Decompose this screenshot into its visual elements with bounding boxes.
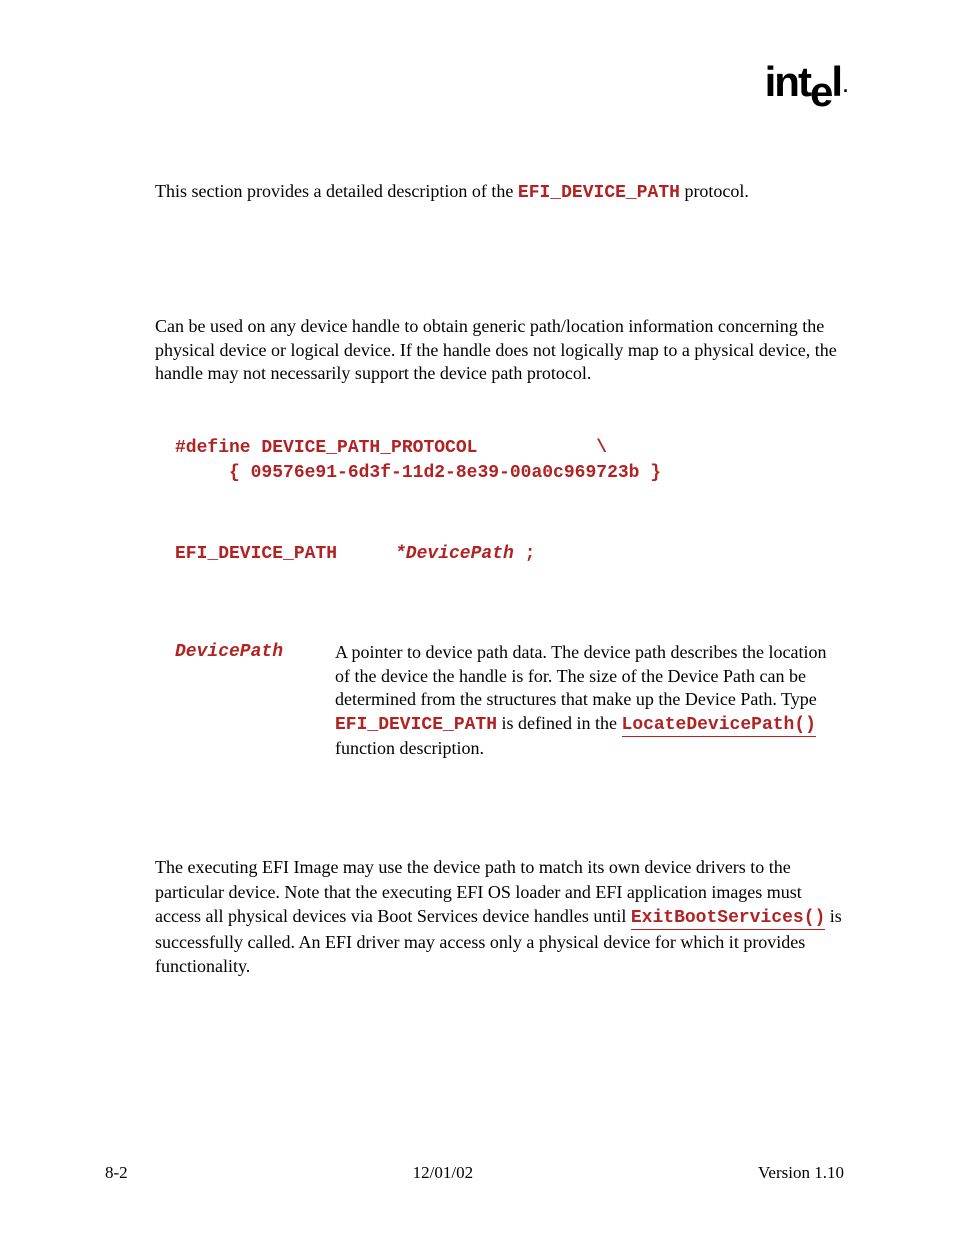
footer-date: 12/01/02 xyxy=(413,1163,473,1183)
link-locatedevicepath[interactable]: LocateDevicePath() xyxy=(622,715,816,737)
summary-paragraph: Can be used on any device handle to obta… xyxy=(155,315,844,385)
link-exitbootservices[interactable]: ExitBootServices() xyxy=(631,908,825,930)
page-body: This section provides a detailed descrip… xyxy=(0,0,954,979)
intro-paragraph: This section provides a detailed descrip… xyxy=(155,180,844,205)
description-paragraph: The executing EFI Image may use the devi… xyxy=(155,855,844,978)
code-efi-device-path-2: EFI_DEVICE_PATH xyxy=(335,715,497,735)
footer-version: Version 1.10 xyxy=(758,1163,844,1183)
proto-type: EFI_DEVICE_PATH xyxy=(175,543,395,566)
page-footer: 8-2 12/01/02 Version 1.10 xyxy=(105,1163,844,1183)
guid-definition: #define DEVICE_PATH_PROTOCOL \ { 09576e9… xyxy=(175,436,844,486)
code-efi-device-path: EFI_DEVICE_PATH xyxy=(518,183,680,203)
prototype-line: EFI_DEVICE_PATH*DevicePath ; xyxy=(175,541,844,566)
footer-page-number: 8-2 xyxy=(105,1163,128,1183)
param-name: DevicePath xyxy=(175,641,335,760)
intel-logo: intel. xyxy=(765,58,844,106)
param-description: A pointer to device path data. The devic… xyxy=(335,641,844,760)
parameter-row: DevicePath A pointer to device path data… xyxy=(175,641,844,760)
proto-var: *DevicePath xyxy=(395,544,514,564)
